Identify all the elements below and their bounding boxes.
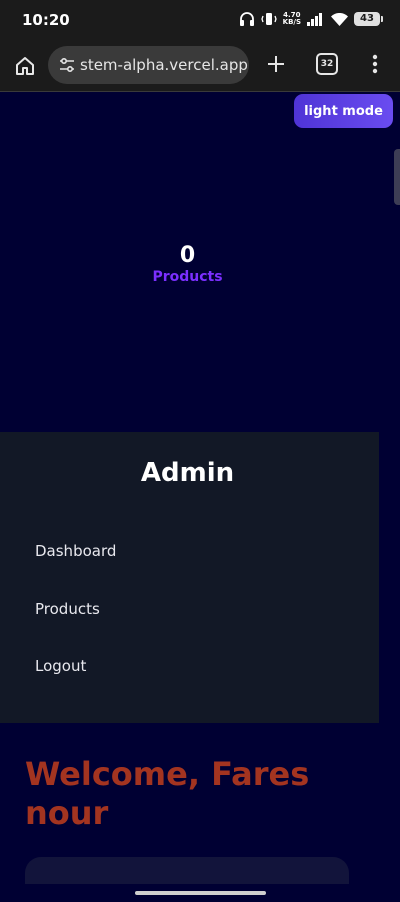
site-settings-icon[interactable] (58, 56, 76, 74)
wifi-icon (331, 12, 348, 26)
signal-icon (307, 12, 322, 26)
admin-sidebar: Admin Dashboard Products Logout (0, 432, 379, 723)
sidebar-item-dashboard[interactable]: Dashboard (35, 542, 116, 560)
home-icon (16, 57, 34, 75)
network-speed: 4.70 KB/S (283, 12, 301, 26)
products-count-label: Products (152, 269, 223, 285)
address-bar[interactable]: stem-alpha.vercel.app (48, 46, 249, 84)
vibrate-icon (260, 13, 277, 25)
status-time: 10:20 (22, 11, 70, 29)
net-speed-unit: KB/S (282, 18, 301, 26)
sidebar-item-logout[interactable]: Logout (35, 657, 86, 675)
url-text[interactable]: stem-alpha.vercel.app (80, 56, 248, 74)
browser-toolbar: stem-alpha.vercel.app 32 (0, 42, 400, 92)
headphones-icon (239, 12, 254, 26)
home-button[interactable] (12, 53, 38, 79)
battery-indicator: 43 (354, 12, 383, 26)
plus-icon (268, 56, 284, 72)
new-tab-button[interactable] (263, 51, 289, 77)
welcome-heading: Welcome, Fares nour (25, 755, 310, 832)
sidebar-item-products[interactable]: Products (35, 600, 100, 618)
gesture-handle[interactable] (135, 891, 266, 895)
status-bar: 10:20 4.70 KB/S 43 (0, 0, 400, 42)
browser-menu-button[interactable] (366, 51, 384, 77)
products-stat: 0 Products (0, 243, 375, 285)
products-count: 0 (179, 243, 196, 268)
scroll-handle[interactable] (394, 149, 400, 205)
more-vert-icon (372, 54, 378, 74)
status-icons: 4.70 KB/S 43 (239, 12, 383, 26)
sidebar-title: Admin (140, 458, 235, 488)
theme-toggle-button[interactable]: light mode (294, 94, 393, 128)
app-screen: 10:20 4.70 KB/S 43 stem-alpha.vercel.app… (0, 0, 400, 902)
tab-switcher-button[interactable]: 32 (316, 53, 338, 75)
